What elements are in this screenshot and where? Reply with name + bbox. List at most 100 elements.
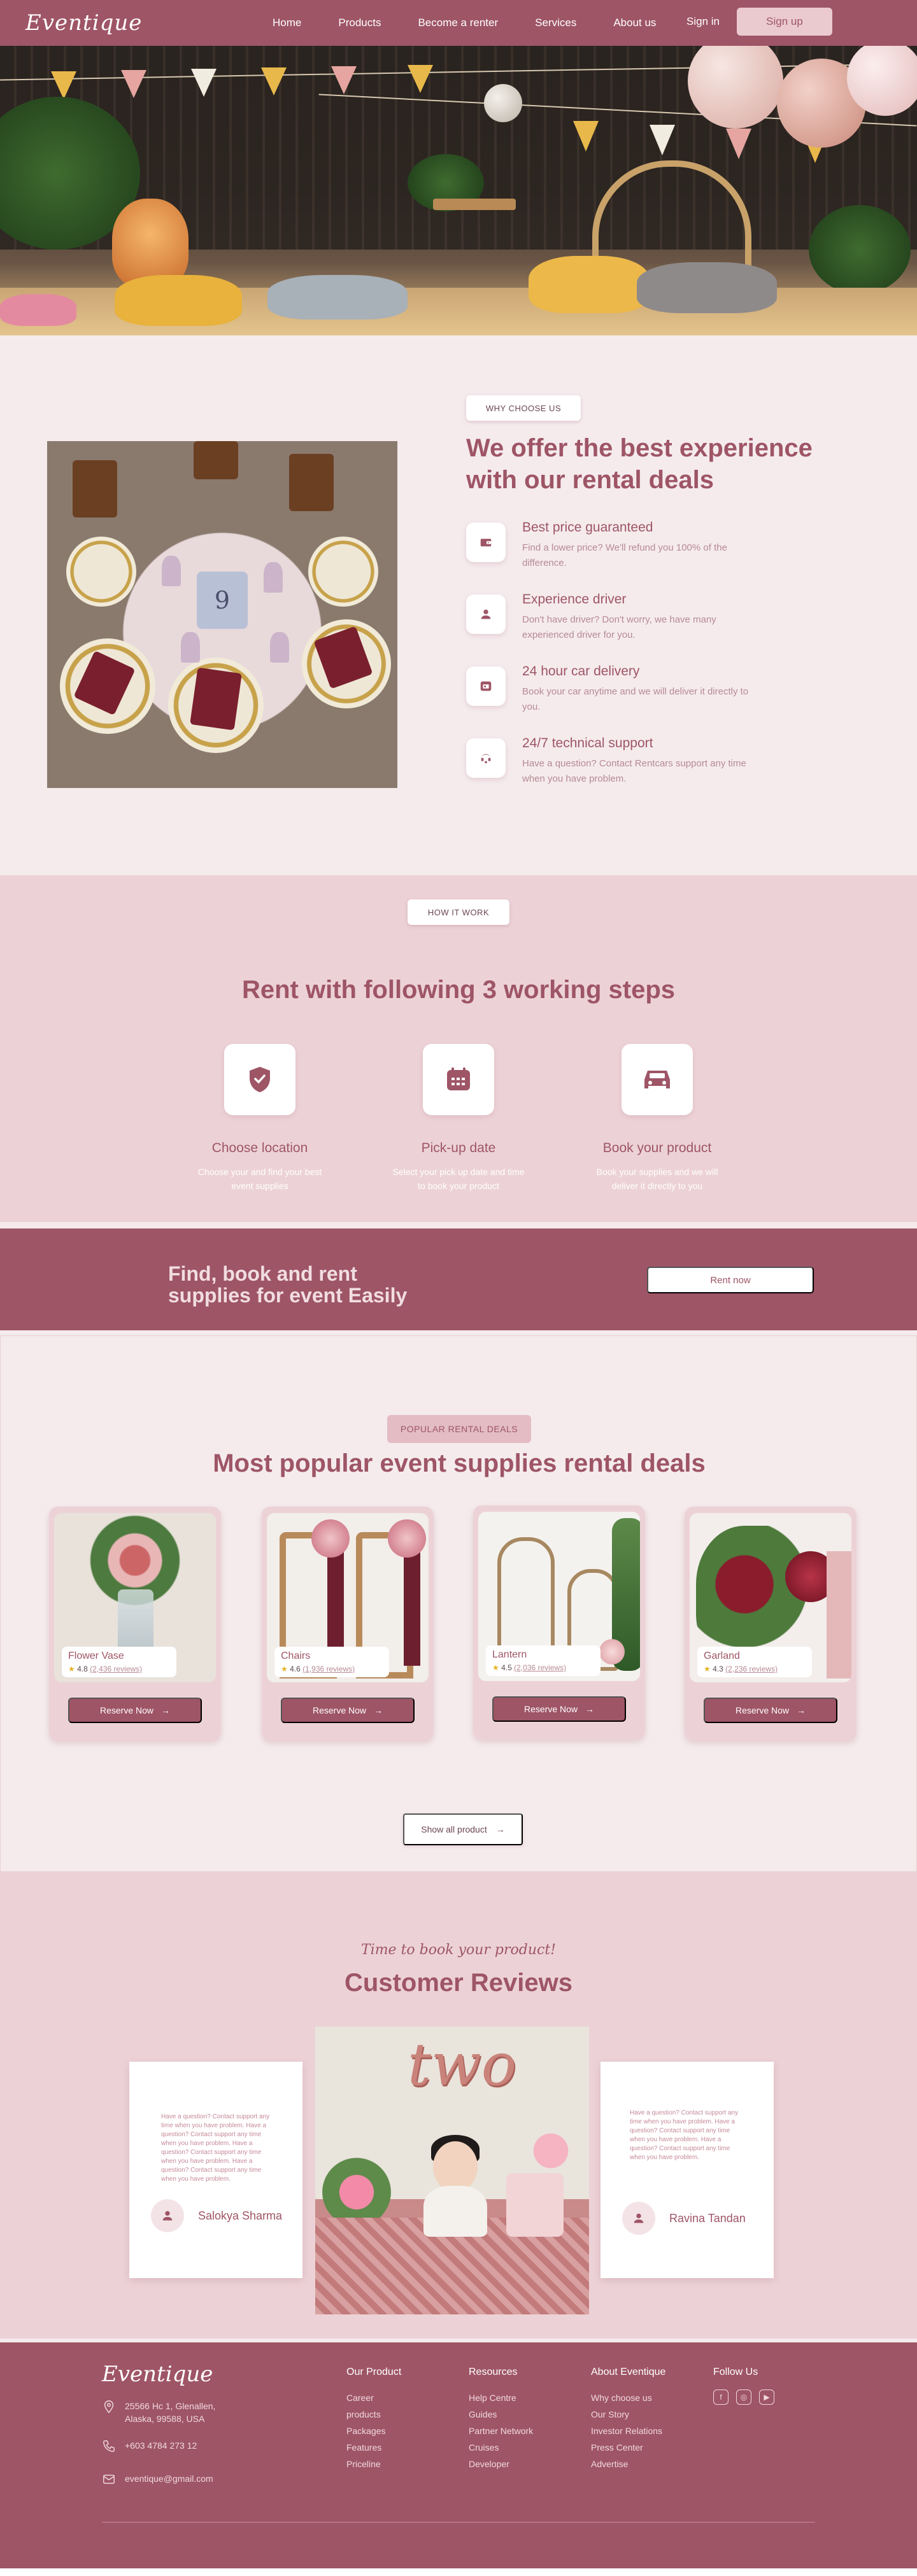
bunting-flag — [726, 129, 751, 159]
footer-link[interactable]: Investor Relations — [591, 2423, 665, 2439]
how-it-works-tag: HOW IT WORK — [408, 899, 509, 925]
footer-link[interactable]: Priceline — [346, 2456, 401, 2472]
why-choose-us-section: 9 WHY CHOOSE US We offer the best experi… — [0, 335, 917, 875]
footer-divider — [102, 2522, 815, 2523]
why-choose-us-tag: WHY CHOOSE US — [466, 395, 581, 421]
logo[interactable]: Eventique — [25, 10, 142, 36]
button-label: Reserve Now — [523, 1704, 578, 1714]
footer-col-title: About Eventique — [591, 2367, 666, 2377]
signin-link[interactable]: Sign in — [686, 15, 720, 28]
reviewer-name: Ravina Tandan — [669, 2211, 746, 2225]
reserve-now-button[interactable]: Reserve Now → — [492, 1696, 626, 1722]
how-title: Rent with following 3 working steps — [241, 976, 676, 1004]
youtube-icon[interactable]: ▶ — [759, 2389, 774, 2405]
footer-link[interactable]: Guides — [469, 2406, 533, 2423]
review-count[interactable]: (1,936 reviews) — [302, 1665, 355, 1673]
wallet-icon — [466, 523, 506, 562]
footer-link[interactable]: Advertise — [591, 2456, 665, 2472]
footer-link[interactable]: Why choose us — [591, 2389, 665, 2406]
glass — [270, 632, 289, 663]
footer-link[interactable]: Developer — [469, 2456, 533, 2472]
bunting-flag — [191, 69, 217, 97]
button-label: Reserve Now — [312, 1705, 367, 1715]
bunting-flag — [261, 67, 287, 95]
facebook-icon[interactable]: f — [713, 2389, 729, 2405]
review-count[interactable]: (2,436 reviews) — [90, 1665, 142, 1673]
cushion — [0, 294, 76, 326]
reviewer-name: Salokya Sharma — [198, 2209, 283, 2222]
step-title: Pick-up date — [421, 1141, 496, 1155]
arrow-right-icon: → — [585, 1704, 595, 1714]
napkin — [190, 667, 242, 731]
feature-support: 24/7 technical support Have a question? … — [466, 736, 823, 799]
phone-icon — [103, 2440, 115, 2452]
popular-tag: POPULAR RENTAL DEALS — [387, 1415, 531, 1443]
arrow-right-icon: → — [797, 1705, 806, 1715]
email-text[interactable]: eventique@gmail.com — [125, 2472, 213, 2486]
footer-col-title: Our Product — [346, 2367, 402, 2377]
cta-banner: Find, book and rent supplies for event E… — [0, 1228, 917, 1330]
nav-link-products[interactable]: Products — [338, 17, 381, 29]
nav-link-become-renter[interactable]: Become a renter — [418, 17, 498, 29]
phone-text[interactable]: +603 4784 273 12 — [125, 2439, 197, 2453]
product-name: Garland — [704, 1650, 740, 1661]
footer-link[interactable]: Press Center — [591, 2439, 665, 2456]
footer-link[interactable]: Partner Network — [469, 2423, 533, 2439]
avatar-icon — [151, 2199, 184, 2232]
instagram-icon[interactable]: ◎ — [736, 2389, 751, 2405]
footer-col-title: Follow Us — [713, 2367, 758, 2377]
product-rating: ★ 4.6 (1,936 reviews) — [281, 1665, 383, 1673]
location-shield-icon — [224, 1044, 295, 1115]
footer-link[interactable]: Help Centre — [469, 2389, 533, 2406]
bunting-flag — [650, 125, 675, 155]
feature-driver: Experience driver Don't have driver? Don… — [466, 592, 823, 656]
plate — [66, 537, 136, 607]
plate — [308, 537, 378, 607]
nav-link-services[interactable]: Services — [535, 17, 576, 29]
customer-reviews-section: Time to book your product! Customer Revi… — [0, 1872, 917, 2339]
bunting-flag — [331, 66, 357, 94]
review-count[interactable]: (2,036 reviews) — [514, 1663, 566, 1672]
footer-link[interactable]: Features — [346, 2439, 401, 2456]
step-text: Book your supplies and we will deliver i… — [596, 1167, 718, 1191]
popular-title: Most popular event supplies rental deals — [213, 1449, 706, 1477]
reserve-now-button[interactable]: Reserve Now → — [281, 1698, 415, 1723]
footer-link[interactable]: Our Story — [591, 2406, 665, 2423]
rating-value: 4.6 — [290, 1665, 301, 1673]
footer-link[interactable]: Packages — [346, 2423, 401, 2439]
show-all-products-button[interactable]: Show all product → — [403, 1813, 523, 1845]
cushion — [267, 275, 408, 320]
chair — [194, 441, 238, 479]
reserve-now-button[interactable]: Reserve Now → — [704, 1698, 837, 1723]
rent-now-button[interactable]: Rent now — [647, 1267, 814, 1293]
product-label: Chairs ★ 4.6 (1,936 reviews) — [274, 1647, 389, 1677]
step-text: Choose your and find your best event sup… — [197, 1167, 322, 1191]
bunting-flag — [121, 70, 146, 98]
nav-link-home[interactable]: Home — [273, 17, 301, 29]
feature-title: 24/7 technical support — [522, 736, 653, 750]
review-count[interactable]: (2,236 reviews) — [725, 1665, 778, 1673]
table-number-card: 9 — [197, 572, 248, 629]
footer-address: 25566 Hc 1, Glenallen, Alaska, 99588, US… — [102, 2400, 227, 2425]
birthday-cake — [506, 2173, 564, 2237]
footer: Eventique 25566 Hc 1, Glenallen, Alaska,… — [0, 2339, 917, 2576]
star-icon: ★ — [281, 1665, 288, 1673]
footer-logo[interactable]: Eventique — [102, 2361, 213, 2387]
feature-best-price: Best price guaranteed Find a lower price… — [466, 520, 823, 584]
signup-button[interactable]: Sign up — [737, 8, 832, 36]
reserve-now-button[interactable]: Reserve Now → — [68, 1698, 202, 1723]
arrow-right-icon: → — [495, 1824, 505, 1834]
nav-link-about[interactable]: About us — [613, 17, 656, 29]
step-title: Book your product — [602, 1141, 712, 1155]
product-card-flower-vase: Flower Vase ★ 4.8 (2,436 reviews) Reserv… — [49, 1507, 221, 1741]
footer-link[interactable]: Cruises — [469, 2439, 533, 2456]
calendar-icon — [423, 1044, 494, 1115]
feature-delivery: 24 hour car delivery Book your car anyti… — [466, 664, 823, 728]
feature-text: Have a question? Contact Rentcars suppor… — [522, 758, 746, 784]
cushion — [115, 275, 242, 326]
footer-link[interactable]: products — [346, 2406, 401, 2423]
product-card-garland: Garland ★ 4.3 (2,236 reviews) Reserve No… — [685, 1507, 857, 1741]
arrow-right-icon: → — [374, 1705, 383, 1715]
cushion — [637, 262, 777, 313]
footer-link[interactable]: Career — [346, 2389, 401, 2406]
